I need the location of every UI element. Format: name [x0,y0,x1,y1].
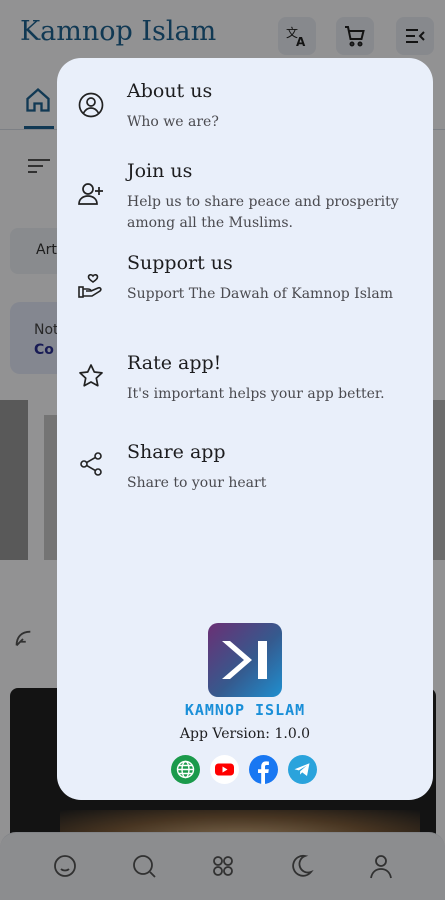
user-add-icon [77,180,105,208]
menu-item-share-app[interactable]: Share app Share to your heart [57,441,433,495]
hand-heart-icon [77,272,105,300]
youtube-link[interactable] [210,755,239,784]
app-version: App Version: 1.0.0 [179,726,311,742]
menu-item-subtitle: Help us to share peace and prosperity am… [127,194,399,231]
app-logo [208,623,282,697]
app-menu-popup: About us Who we are? Join us Help us to … [57,58,433,800]
youtube-icon [210,755,239,784]
menu-item-title: About us [127,80,213,102]
menu-item-support-us[interactable]: Support us Support The Dawah of Kamnop I… [57,252,433,326]
menu-item-subtitle: Who we are? [127,114,219,130]
share-icon [77,450,105,478]
menu-item-title: Rate app! [127,352,222,374]
menu-item-join-us[interactable]: Join us Help us to share peace and prosp… [57,160,433,234]
facebook-icon [249,755,278,784]
website-link[interactable] [171,755,200,784]
menu-item-rate-app[interactable]: Rate app! It's important helps your app … [57,352,433,406]
social-links [171,755,321,785]
menu-item-title: Share app [127,441,226,463]
facebook-link[interactable] [249,755,278,784]
brand-name: KAMNOP ISLAM [184,701,306,719]
user-circle-icon [77,91,105,119]
menu-item-subtitle: It's important helps your app better. [127,386,385,402]
telegram-link[interactable] [288,755,317,784]
globe-icon [171,755,200,784]
telegram-icon [288,755,317,784]
star-icon [77,362,105,390]
menu-item-about-us[interactable]: About us Who we are? [57,80,433,140]
menu-item-subtitle: Share to your heart [127,475,267,491]
menu-item-title: Support us [127,252,233,274]
menu-item-subtitle: Support The Dawah of Kamnop Islam [127,286,393,302]
menu-item-title: Join us [127,160,193,182]
